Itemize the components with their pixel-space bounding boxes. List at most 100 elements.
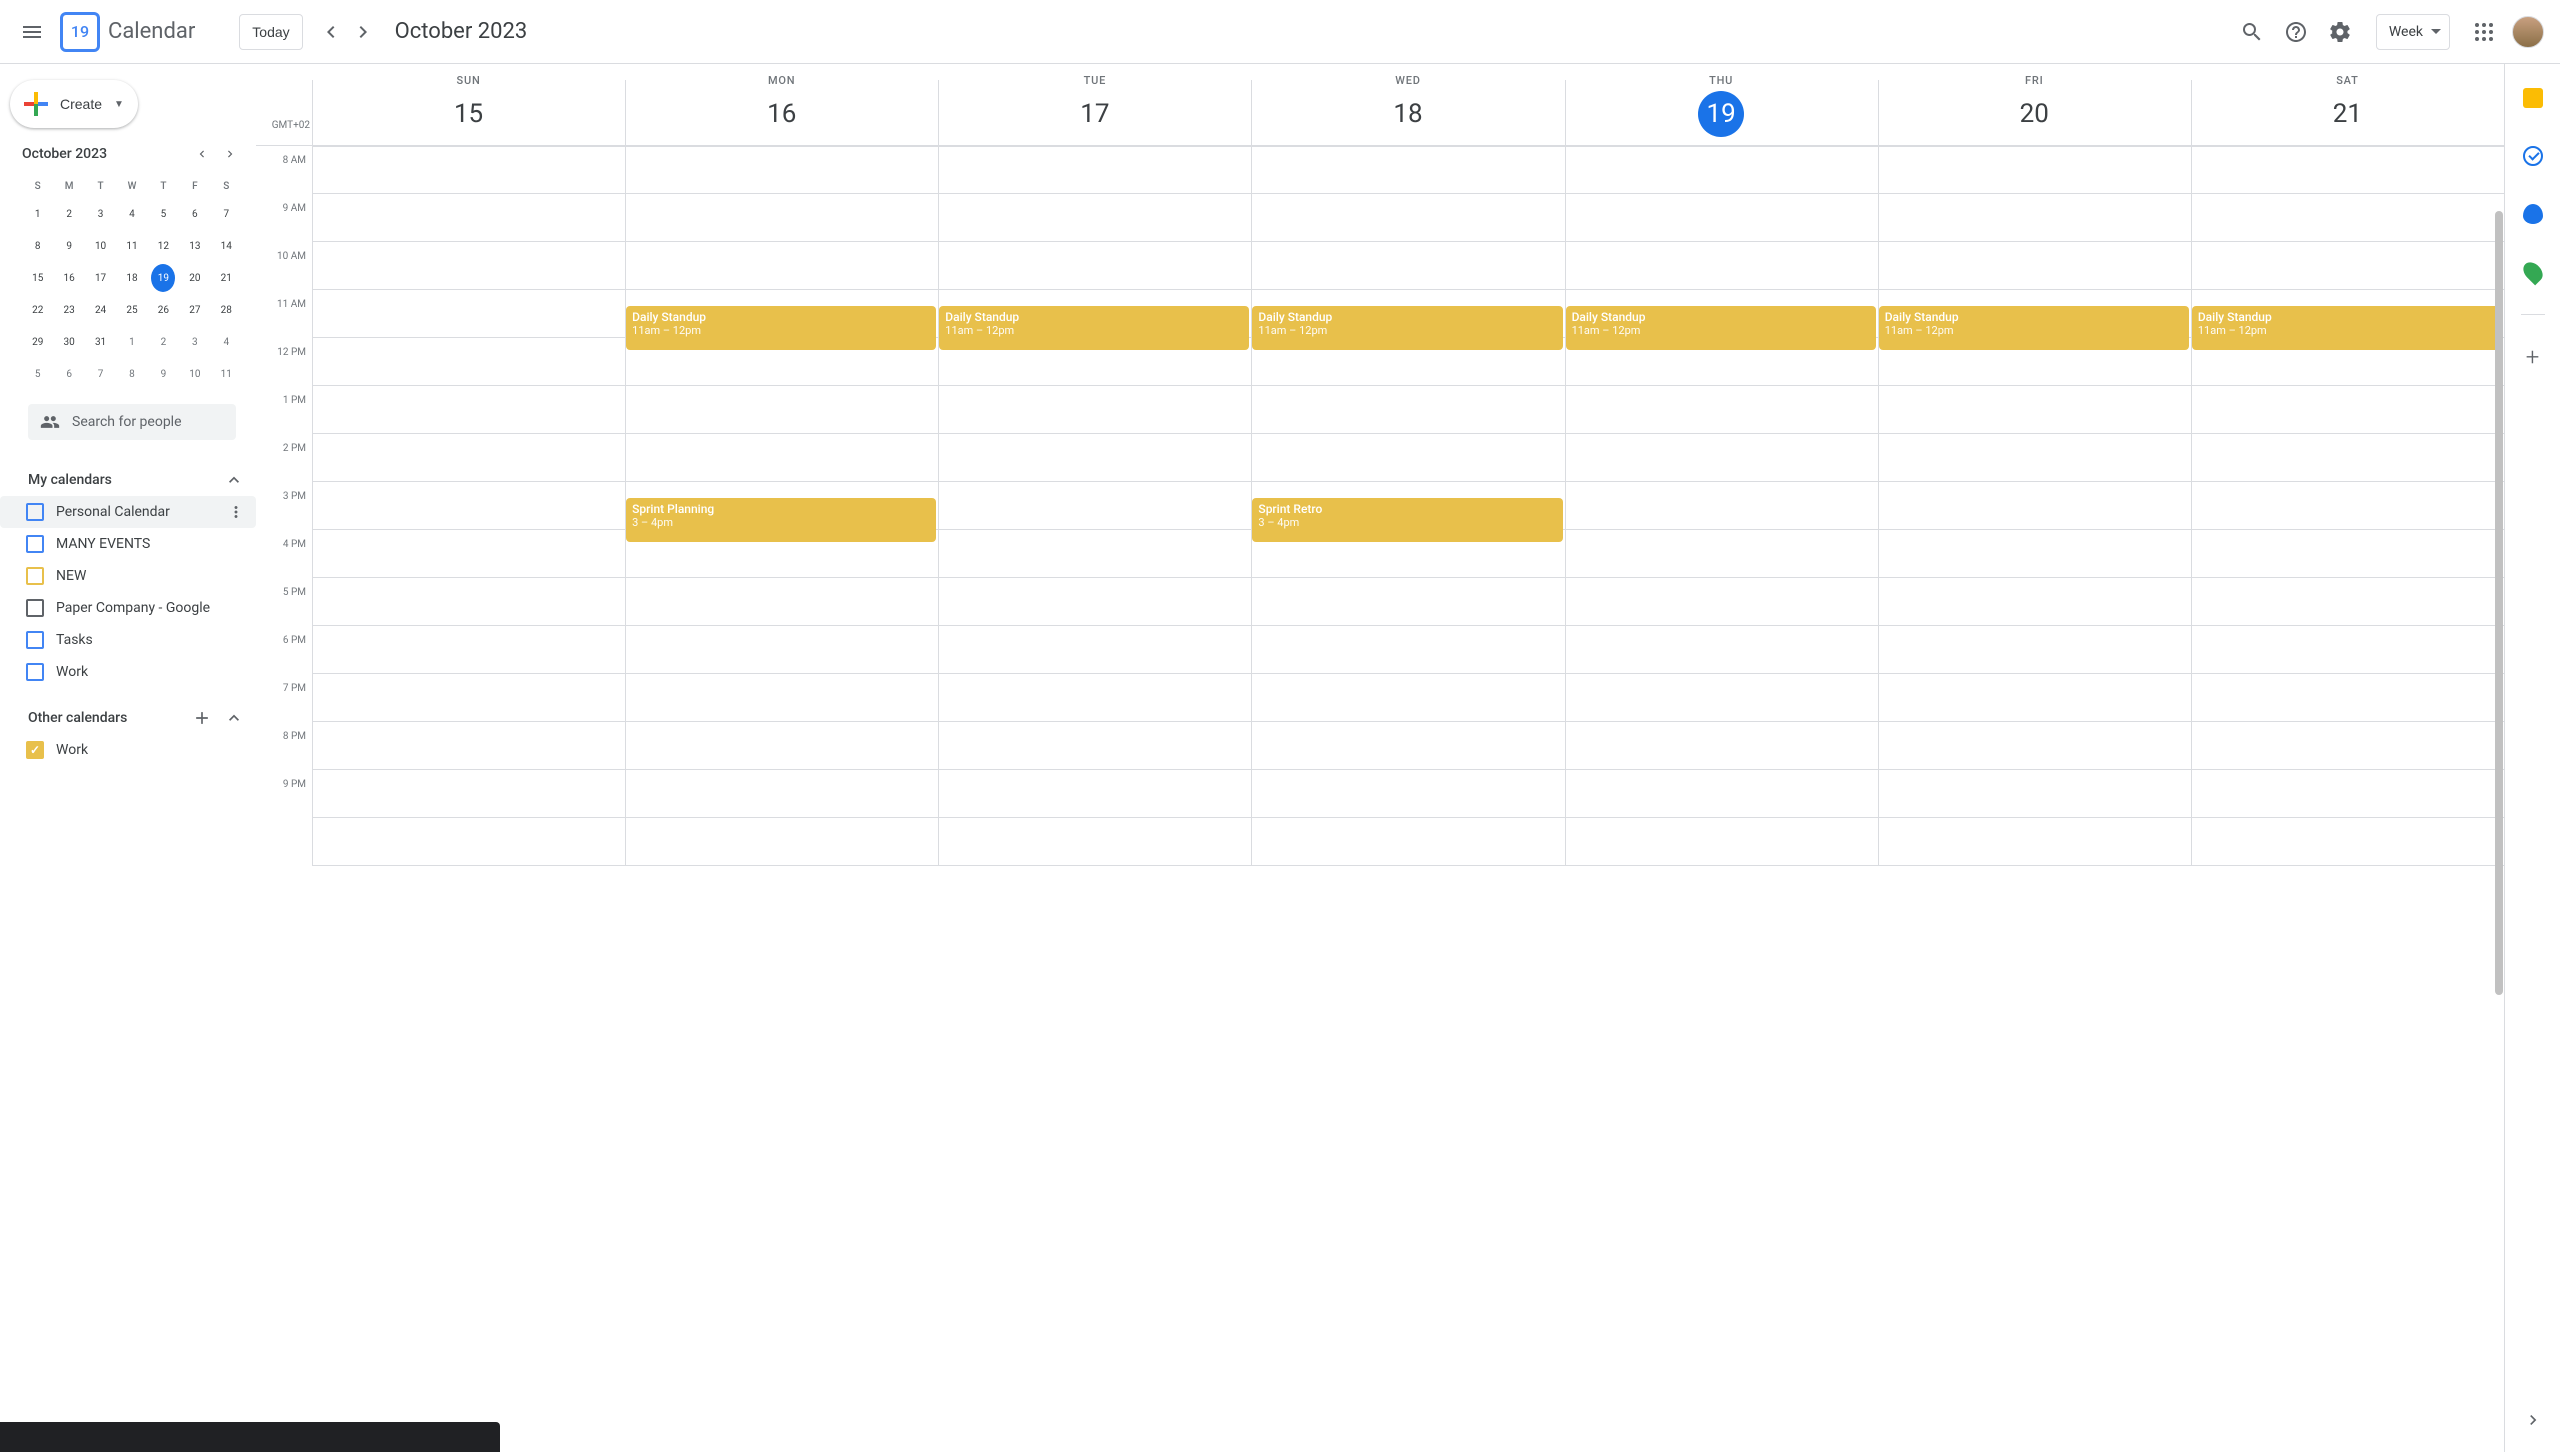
hour-cell[interactable] [313,674,625,722]
hour-cell[interactable] [313,290,625,338]
mini-cal-day[interactable]: 22 [26,296,50,324]
day-number[interactable]: 21 [2324,91,2370,137]
day-column[interactable]: Daily Standup11am – 12pm Sprint Planning3… [625,146,938,866]
search-button[interactable] [2232,12,2272,52]
hour-cell[interactable] [939,194,1251,242]
hour-cell[interactable] [313,434,625,482]
mini-cal-day[interactable]: 9 [151,360,175,388]
hour-cell[interactable] [1566,722,1878,770]
create-button[interactable]: Create ▼ [10,80,138,128]
hour-cell[interactable] [939,146,1251,194]
calendar-checkbox[interactable] [26,741,44,759]
hour-cell[interactable] [2192,818,2504,866]
hour-cell[interactable] [1879,194,2191,242]
hour-cell[interactable] [1566,242,1878,290]
hour-cell[interactable] [939,386,1251,434]
calendar-event[interactable]: Daily Standup11am – 12pm [2192,306,2502,350]
mini-cal-day[interactable]: 31 [89,328,113,356]
mini-cal-day[interactable]: 12 [151,232,175,260]
day-column[interactable]: Daily Standup11am – 12pm [1565,146,1878,866]
mini-cal-day[interactable]: 18 [120,264,144,292]
hour-cell[interactable] [313,818,625,866]
day-number[interactable]: 19 [1698,91,1744,137]
hour-cell[interactable] [1879,626,2191,674]
mini-cal-day[interactable]: 7 [89,360,113,388]
today-button[interactable]: Today [239,14,302,50]
mini-cal-day[interactable]: 4 [214,328,238,356]
day-column[interactable]: Daily Standup11am – 12pmSprint Retro3 – … [1251,146,1564,866]
hour-cell[interactable] [626,626,938,674]
hour-cell[interactable] [939,770,1251,818]
hour-cell[interactable] [626,722,938,770]
hour-cell[interactable] [313,242,625,290]
day-column[interactable]: Daily Standup11am – 12pm [1878,146,2191,866]
hour-cell[interactable] [626,146,938,194]
mini-cal-day[interactable]: 16 [57,264,81,292]
hour-cell[interactable] [626,578,938,626]
hour-cell[interactable] [2192,434,2504,482]
hour-cell[interactable] [1566,434,1878,482]
calendar-checkbox[interactable] [26,631,44,649]
mini-cal-day[interactable]: 27 [183,296,207,324]
hour-cell[interactable] [939,578,1251,626]
google-apps-button[interactable] [2464,12,2504,52]
hour-cell[interactable] [1566,770,1878,818]
scrollbar-thumb[interactable] [2495,211,2503,995]
mini-cal-day[interactable]: 26 [151,296,175,324]
hour-cell[interactable] [1566,194,1878,242]
mini-cal-day[interactable]: 9 [57,232,81,260]
day-column[interactable]: Daily Standup11am – 12pm [2191,146,2504,866]
hour-cell[interactable] [1879,722,2191,770]
hour-cell[interactable] [2192,674,2504,722]
mini-cal-day[interactable]: 21 [214,264,238,292]
calendar-grid-scroll[interactable]: 8 AM9 AM10 AM11 AM12 PM1 PM2 PM3 PM4 PM5… [256,146,2504,1452]
hour-cell[interactable] [1566,578,1878,626]
calendar-event[interactable]: Daily Standup11am – 12pm [1566,306,1876,350]
hour-cell[interactable] [1252,578,1564,626]
hour-cell[interactable] [313,626,625,674]
calendar-list-item[interactable]: Work [26,734,248,766]
hide-side-panel[interactable] [2513,1400,2553,1440]
mini-cal-day[interactable]: 6 [57,360,81,388]
hour-cell[interactable] [1566,530,1878,578]
mini-cal-day[interactable]: 8 [26,232,50,260]
hour-cell[interactable] [1566,626,1878,674]
day-number[interactable]: 20 [2011,91,2057,137]
hour-cell[interactable] [1879,530,2191,578]
keep-button[interactable] [2513,78,2553,118]
hour-cell[interactable] [313,722,625,770]
calendar-list-item[interactable]: MANY EVENTS [26,528,248,560]
mini-cal-day[interactable]: 1 [120,328,144,356]
hour-cell[interactable] [939,530,1251,578]
mini-cal-day[interactable]: 11 [120,232,144,260]
mini-cal-day[interactable]: 20 [183,264,207,292]
hour-cell[interactable] [939,482,1251,530]
next-week-button[interactable] [347,16,379,48]
hour-cell[interactable] [1879,242,2191,290]
calendar-checkbox[interactable] [26,663,44,681]
hour-cell[interactable] [1566,818,1878,866]
mini-cal-day[interactable]: 6 [183,200,207,228]
mini-cal-day[interactable]: 19 [151,264,175,292]
hour-cell[interactable] [1879,770,2191,818]
mini-cal-day[interactable]: 10 [183,360,207,388]
mini-cal-day[interactable]: 17 [89,264,113,292]
hour-cell[interactable] [2192,578,2504,626]
calendar-event[interactable]: Sprint Planning3 – 4pm [626,498,936,542]
hour-cell[interactable] [1252,386,1564,434]
calendar-event[interactable]: Sprint Retro3 – 4pm [1252,498,1562,542]
hour-cell[interactable] [1566,386,1878,434]
day-column[interactable] [312,146,625,866]
hour-cell[interactable] [1566,674,1878,722]
calendar-checkbox[interactable] [26,599,44,617]
hour-cell[interactable] [1879,146,2191,194]
calendar-checkbox[interactable] [26,503,44,521]
prev-week-button[interactable] [315,16,347,48]
mini-cal-day[interactable]: 5 [151,200,175,228]
hour-cell[interactable] [1252,674,1564,722]
hour-cell[interactable] [1252,770,1564,818]
hour-cell[interactable] [313,146,625,194]
calendar-event[interactable]: Daily Standup11am – 12pm [626,306,936,350]
mini-cal-day[interactable]: 14 [214,232,238,260]
hour-cell[interactable] [1879,482,2191,530]
